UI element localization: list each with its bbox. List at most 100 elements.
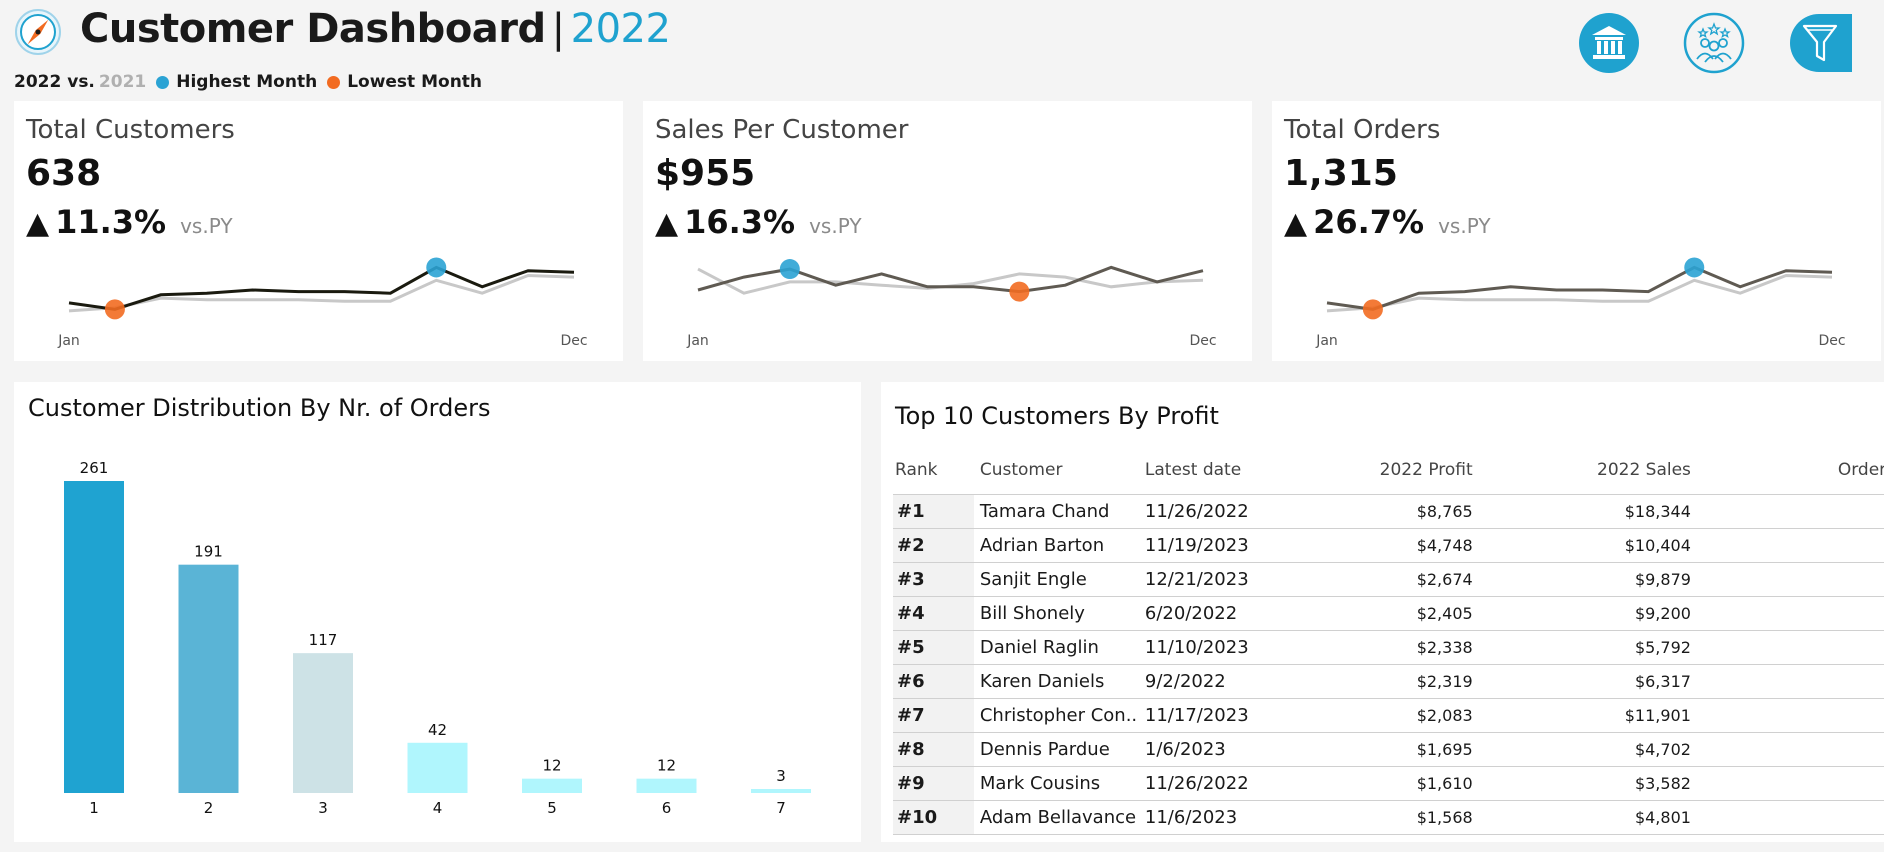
lowest-month-point[interactable] [104,299,125,320]
cell-rank: #8 [893,731,974,766]
distribution-bar-chart: 261 1 191 2 117 3 42 4 12 5 12 6 3 7 [64,459,811,817]
table-row[interactable]: #3Sanjit Engle12/21/2023$2,674$9,8793 [893,561,1884,596]
kpi-card-sales-per-customer: Sales Per Customer $955 ▲ 16.3% vs.PY Ja… [643,101,1252,361]
top10-table-body: #1Tamara Chand11/26/2022$8,765$18,3442#2… [893,493,1884,835]
axis-label-start: Jan [57,333,80,349]
kpi-vspy: vs.PY [1438,214,1491,238]
col-header-orders[interactable]: Orders [1705,452,1884,494]
customers-icon[interactable] [1683,12,1745,74]
bank-icon[interactable] [1578,12,1640,74]
legend-current: 2022 vs. [14,72,95,92]
cell-rank: #9 [893,765,974,800]
table-row[interactable]: #8Dennis Pardue1/6/2023$1,695$4,7022 [893,731,1884,766]
bar-2[interactable] [178,564,239,793]
sparkline-chart: Jan Dec [57,257,588,349]
cell-date: 11/19/2023 [1138,527,1311,562]
cell-profit: $2,083 [1310,697,1493,732]
data-label: 12 [657,757,676,775]
highest-month-point[interactable] [779,259,800,280]
table-row[interactable]: #4Bill Shonely6/20/2022$2,405$9,2002 [893,595,1884,630]
table-row[interactable]: #6Karen Daniels9/2/2022$2,319$6,3173 [893,663,1884,698]
up-arrow-icon: ▲ [26,206,50,241]
tick-label: 6 [662,799,672,817]
legend: 2022 vs. 2021 Highest Month Lowest Month [14,72,482,92]
cell-date: 9/2/2022 [1138,663,1311,698]
col-header-customer[interactable]: Customer [974,452,1139,494]
cell-sales: $11,901 [1492,697,1705,732]
data-label: 12 [542,757,561,775]
table-row[interactable]: #9Mark Cousins11/26/2022$1,610$3,5823 [893,765,1884,800]
compass-icon [15,9,61,55]
table-row[interactable]: #1Tamara Chand11/26/2022$8,765$18,3442 [893,493,1884,528]
cell-rank: #6 [893,663,974,698]
cell-orders: 2 [1704,629,1884,664]
kpi-title: Total Customers [26,115,235,145]
cell-date: 11/26/2022 [1138,493,1311,528]
legend-previous: 2021 [98,72,147,92]
table-row[interactable]: #7 Christopher Con.. 11/17/2023 $2,083 $11,9… [893,697,1884,732]
col-header-date[interactable]: Latest date [1139,452,1311,494]
filter-icon[interactable] [1788,12,1852,74]
cell-rank: #1 [893,493,974,528]
cell-profit: $2,405 [1310,595,1493,630]
tick-label: 3 [318,799,328,817]
cell-orders: 3 [1704,663,1884,698]
tick-label: 5 [547,799,557,817]
top10-table: Rank Customer Latest date 2022 Profit 20… [893,452,1884,835]
kpi-card-total-orders: Total Orders 1,315 ▲ 26.7% vs.PY Jan Dec [1272,101,1881,361]
cell-profit: $2,338 [1310,629,1493,664]
bar-4[interactable] [407,742,468,793]
bar-7[interactable] [751,789,811,793]
cell-date: 12/21/2023 [1138,561,1311,596]
cell-sales: $18,344 [1492,493,1705,528]
title-separator: | [551,6,565,52]
axis-label-start: Jan [686,333,709,349]
kpi-change: ▲ 16.3% vs.PY [655,203,862,241]
table-row[interactable]: #5Daniel Raglin11/10/2023$2,338$5,7922 [893,629,1884,664]
data-label: 3 [776,767,786,785]
cell-date: 1/6/2023 [1138,731,1311,766]
legend-highest: Highest Month [176,72,318,92]
cell-date: 11/26/2022 [1138,765,1311,800]
cell-sales: $5,792 [1492,629,1705,664]
cell-sales: $6,317 [1492,663,1705,698]
tick-label: 2 [204,799,214,817]
col-header-profit[interactable]: 2022 Profit [1311,452,1493,494]
cell-sales: $10,404 [1492,527,1705,562]
highest-month-point[interactable] [1684,257,1705,278]
title-year: 2022 [570,6,671,52]
cell-sales: $9,200 [1492,595,1705,630]
cell-customer: Sanjit Engle [973,561,1139,596]
sparkline-chart: Jan Dec [1315,257,1846,349]
col-header-sales[interactable]: 2022 Sales [1493,452,1705,494]
legend-highest-dot [156,75,170,89]
up-arrow-icon: ▲ [655,206,679,241]
kpi-value: 1,315 [1284,153,1398,194]
highest-month-point[interactable] [426,257,447,278]
cell-orders: 2 [1704,493,1884,528]
cell-sales: $4,801 [1492,799,1705,835]
cell-customer: Dennis Pardue [973,731,1139,766]
cell-sales: $9,879 [1492,561,1705,596]
col-header-rank[interactable]: Rank [893,452,974,494]
axis-label-end: Dec [560,333,587,349]
cell-customer: Daniel Raglin [973,629,1139,664]
cell-orders: 3 [1704,527,1884,562]
cell-rank: #2 [893,527,974,562]
table-row[interactable]: #2Adrian Barton11/19/2023$4,748$10,4043 [893,527,1884,562]
kpi-change: ▲ 26.7% vs.PY [1284,203,1491,241]
table-header-row: Rank Customer Latest date 2022 Profit 20… [893,452,1884,494]
lowest-month-point[interactable] [1009,281,1030,302]
bar-5[interactable] [522,778,582,793]
table-row[interactable]: #10Adam Bellavance11/6/2023$1,568$4,8013 [893,799,1884,835]
cell-profit: $4,748 [1310,527,1493,562]
bar-1[interactable] [64,481,124,793]
cell-date: 11/17/2023 [1138,697,1311,732]
axis-label-end: Dec [1818,333,1845,349]
bar-6[interactable] [636,778,697,793]
cell-orders: 3 [1704,561,1884,596]
lowest-month-point[interactable] [1362,299,1383,320]
tick-label: 7 [776,799,786,817]
bar-3[interactable] [293,653,353,793]
kpi-title: Sales Per Customer [655,115,909,145]
